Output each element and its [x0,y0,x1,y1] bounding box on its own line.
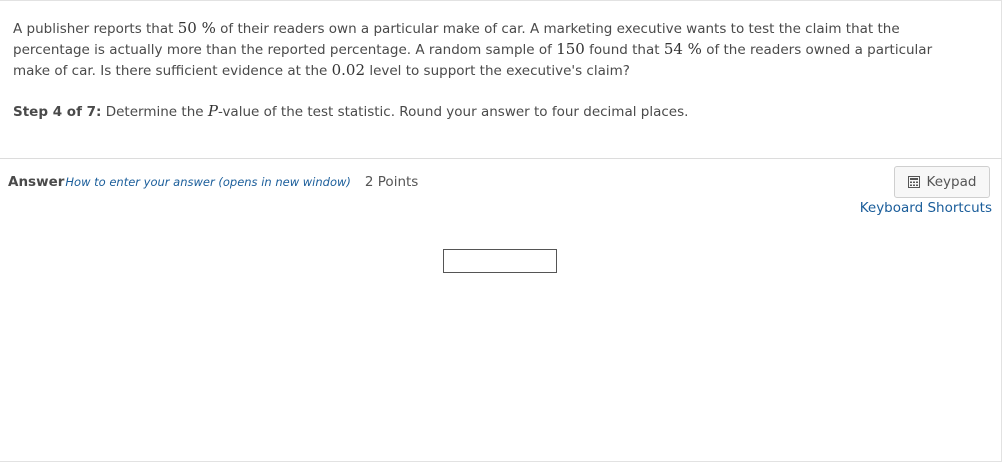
math-p-variable: P [207,102,218,120]
help-link[interactable]: How to enter your answer (opens in new w… [65,175,351,189]
math-significance-level: 0.02 [331,61,366,79]
step-label: Step 4 of 7: [13,104,102,120]
keyboard-shortcuts-link[interactable]: Keyboard Shortcuts [860,200,992,216]
step-text-part: Determine the [101,104,208,120]
step-instruction: Step 4 of 7: Determine the P-value of th… [13,101,973,122]
question-text-part: A publisher reports that [13,21,178,37]
question-text-part: level to support the executive's claim? [365,63,630,79]
math-percent-reported: 50 % [177,19,216,37]
answer-label: Answer [8,174,65,190]
math-percent-sample: 54 % [663,40,702,58]
keypad-button[interactable]: Keypad [894,166,990,198]
calculator-icon [907,176,920,188]
question-text: A publisher reports that 50 % of their r… [13,18,973,81]
math-sample-size: 150 [556,40,585,58]
divider [0,158,1002,159]
points-label: 2 Points [364,174,419,190]
keypad-label: Keypad [926,174,977,190]
question-text-part: found that [584,42,664,58]
answer-header: Answer How to enter your answer (opens i… [8,174,418,194]
answer-input[interactable] [443,249,557,273]
step-text-part: -value of the test statistic. Round your… [217,104,689,120]
